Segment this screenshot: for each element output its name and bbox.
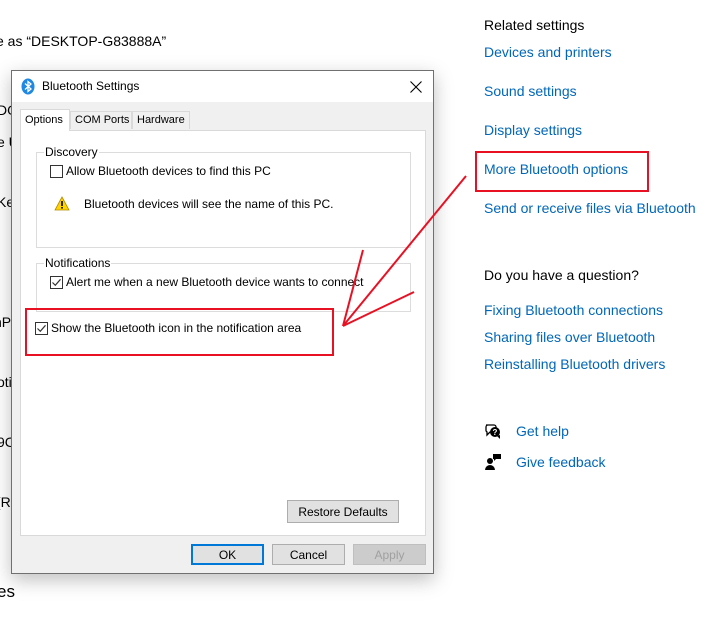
checkmark-icon — [52, 278, 61, 286]
show-icon-label: Show the Bluetooth icon in the notificat… — [51, 321, 302, 335]
display-settings-link[interactable]: Display settings — [484, 122, 582, 138]
feedback-icon — [484, 453, 502, 471]
device-discoverable-text: e as “DESKTOP-G83888A” — [0, 33, 167, 49]
checkmark-icon — [37, 324, 46, 332]
tab-options[interactable]: Options — [20, 109, 70, 131]
devices-and-printers-link[interactable]: Devices and printers — [484, 44, 612, 60]
ok-button[interactable]: OK — [191, 544, 264, 565]
show-icon-checkbox[interactable] — [35, 321, 48, 335]
allow-find-checkbox-row[interactable]: Allow Bluetooth devices to find this PC — [50, 164, 271, 178]
allow-find-checkbox[interactable] — [50, 164, 63, 178]
close-icon — [410, 80, 422, 93]
bg-fragment: nP — [0, 314, 12, 330]
warning-icon — [54, 196, 70, 211]
notifications-group: Notifications Alert me when a new Blueto… — [36, 256, 411, 312]
more-bluetooth-options-link[interactable]: More Bluetooth options — [484, 161, 628, 177]
warning-text: Bluetooth devices will see the name of t… — [84, 196, 334, 211]
alert-connect-checkbox[interactable] — [50, 275, 63, 289]
discovery-group: Discovery Allow Bluetooth devices to fin… — [36, 145, 411, 248]
close-button[interactable] — [399, 71, 433, 102]
dialog-titlebar[interactable]: Bluetooth Settings — [12, 71, 433, 102]
bg-fragment: es — [0, 582, 15, 601]
related-settings-heading: Related settings — [484, 17, 585, 33]
alert-connect-checkbox-row[interactable]: Alert me when a new Bluetooth device wan… — [50, 275, 364, 289]
get-help-link[interactable]: Get help — [516, 423, 569, 439]
tab-hardware[interactable]: Hardware — [132, 111, 190, 129]
svg-text:?: ? — [493, 428, 498, 437]
bluetooth-settings-dialog: Bluetooth Settings Options COM Ports Har… — [11, 70, 434, 574]
allow-find-label: Allow Bluetooth devices to find this PC — [66, 164, 271, 178]
bluetooth-icon — [21, 78, 35, 95]
discovery-warning: Bluetooth devices will see the name of t… — [54, 196, 333, 211]
alert-connect-label: Alert me when a new Bluetooth device wan… — [66, 275, 364, 289]
fixing-connections-link[interactable]: Fixing Bluetooth connections — [484, 302, 663, 318]
show-icon-checkbox-row[interactable]: Show the Bluetooth icon in the notificat… — [35, 321, 301, 335]
reinstalling-drivers-link[interactable]: Reinstalling Bluetooth drivers — [484, 356, 665, 372]
help-chat-icon: ? — [484, 422, 502, 440]
discovery-label: Discovery — [44, 145, 99, 159]
apply-button[interactable]: Apply — [353, 544, 426, 565]
cancel-button[interactable]: Cancel — [272, 544, 345, 565]
restore-defaults-button[interactable]: Restore Defaults — [287, 500, 399, 523]
give-feedback-link[interactable]: Give feedback — [516, 454, 606, 470]
send-receive-files-link[interactable]: Send or receive files via Bluetooth — [484, 200, 696, 216]
dialog-title: Bluetooth Settings — [42, 79, 140, 93]
notifications-label: Notifications — [44, 256, 112, 270]
tab-com-ports[interactable]: COM Ports — [70, 111, 132, 129]
options-tab-panel: Discovery Allow Bluetooth devices to fin… — [20, 130, 426, 536]
sound-settings-link[interactable]: Sound settings — [484, 83, 577, 99]
sharing-files-link[interactable]: Sharing files over Bluetooth — [484, 329, 655, 345]
question-heading: Do you have a question? — [484, 267, 639, 283]
